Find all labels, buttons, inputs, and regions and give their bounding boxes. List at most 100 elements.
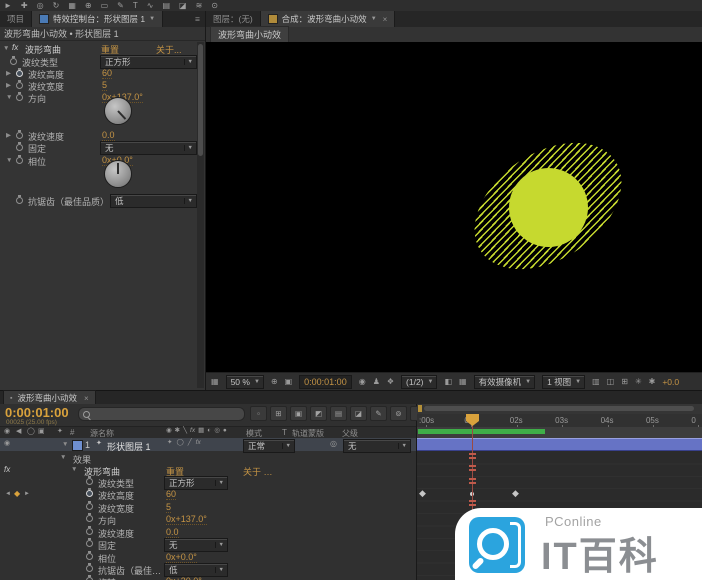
- flowchart-icon[interactable]: ✳: [635, 378, 642, 386]
- stopwatch-icon[interactable]: [16, 144, 23, 151]
- direction-value[interactable]: 0x+137.0°: [166, 514, 207, 525]
- stopwatch-icon[interactable]: [16, 70, 23, 77]
- audio-column-icon[interactable]: ◀: [16, 428, 21, 435]
- stopwatch-icon[interactable]: [16, 157, 23, 164]
- wave-speed-value[interactable]: 0.0: [166, 527, 179, 538]
- search-input[interactable]: [78, 407, 245, 421]
- twirl-open-icon[interactable]: ▼: [6, 158, 12, 165]
- tool-icon[interactable]: ∿: [147, 1, 154, 10]
- pixel-aspect-icon[interactable]: ▥: [592, 378, 600, 386]
- switch-column-icon[interactable]: ◉: [166, 428, 172, 435]
- rotation-value[interactable]: 0x+30.0°: [166, 576, 202, 580]
- stopwatch-icon[interactable]: [16, 132, 23, 139]
- show-snapshot-icon[interactable]: ♟: [373, 378, 380, 386]
- close-icon[interactable]: ×: [383, 15, 388, 24]
- wave-height-value[interactable]: 60: [166, 489, 176, 500]
- phase-dial[interactable]: [104, 160, 132, 188]
- stopwatch-icon[interactable]: [86, 565, 93, 572]
- twirl-open-icon[interactable]: ▼: [62, 442, 68, 449]
- fx-badge-icon[interactable]: fx: [4, 465, 10, 474]
- tool-icon[interactable]: ✎: [117, 1, 124, 10]
- stopwatch-icon-active[interactable]: [86, 490, 93, 497]
- tool-icon[interactable]: ▤: [162, 1, 170, 10]
- navigator-bar[interactable]: [424, 406, 694, 411]
- stopwatch-icon[interactable]: [16, 197, 23, 204]
- tab-layer[interactable]: 图层：(无): [206, 11, 260, 27]
- keyframe-add-icon[interactable]: ◆: [14, 489, 20, 498]
- twirl-closed-icon[interactable]: ▶: [6, 133, 11, 140]
- tool-icon[interactable]: ↻: [53, 1, 60, 10]
- layer-switch-icon[interactable]: ╱: [188, 440, 192, 447]
- layer-label-swatch[interactable]: [72, 440, 83, 451]
- twirl-closed-icon[interactable]: ▶: [6, 71, 11, 78]
- view-layout-dropdown[interactable]: 1 视图▼: [542, 375, 585, 389]
- current-timecode[interactable]: 0:00:01:00: [5, 405, 69, 420]
- camera-dropdown[interactable]: 有效摄像机▼: [474, 375, 535, 389]
- stopwatch-icon[interactable]: [86, 478, 93, 485]
- magnification-dropdown[interactable]: 50 %▼: [226, 375, 264, 389]
- navigator-handle[interactable]: [418, 405, 422, 412]
- twirl-open-icon[interactable]: ▼: [71, 467, 77, 474]
- eye-icon[interactable]: ◉: [4, 440, 10, 447]
- switch-column-icon[interactable]: ▦: [198, 428, 204, 435]
- twirl-open-icon[interactable]: ▼: [6, 95, 12, 102]
- switch-column-icon[interactable]: fx: [190, 428, 195, 435]
- twirl-open-icon[interactable]: ▼: [60, 455, 66, 462]
- tool-icon[interactable]: ⊕: [85, 1, 92, 10]
- channels-icon[interactable]: ❖: [387, 378, 394, 386]
- tool-icon[interactable]: ◎: [37, 1, 44, 10]
- twirl-closed-icon[interactable]: ▶: [6, 83, 11, 90]
- tool-icon[interactable]: ≋: [196, 1, 203, 10]
- timeline-toolbar-icon[interactable]: ⊞: [270, 406, 287, 421]
- timeline-toolbar-icon[interactable]: ⊚: [390, 406, 407, 421]
- parent-dropdown[interactable]: 无▼: [343, 439, 411, 453]
- switch-column-icon[interactable]: ●: [223, 428, 227, 435]
- scrollbar-thumb[interactable]: [198, 44, 203, 156]
- stopwatch-icon[interactable]: [86, 553, 93, 560]
- wave-type-dropdown[interactable]: 正方形▼: [164, 476, 228, 490]
- timeline-toolbar-icon[interactable]: ▫: [250, 406, 267, 421]
- viewer-timecode[interactable]: 0:00:01:00: [299, 375, 352, 389]
- antialias-dropdown[interactable]: 低▼: [110, 194, 197, 208]
- tool-icon[interactable]: ▦: [68, 1, 76, 10]
- reset-exposure-icon[interactable]: ✱: [649, 378, 656, 386]
- wave-speed-value[interactable]: 0.0: [102, 130, 115, 141]
- trkmat-t-header[interactable]: T: [282, 428, 287, 437]
- switch-column-icon[interactable]: ╲: [183, 428, 187, 435]
- stopwatch-icon[interactable]: [10, 58, 17, 65]
- timeline-button-icon[interactable]: ⊞: [621, 378, 628, 386]
- tab-effect-controls[interactable]: 特效控制台：形状图层 1 ▼: [31, 11, 163, 27]
- solo-column-icon[interactable]: ◯: [27, 428, 35, 435]
- tool-icon[interactable]: ✚: [21, 1, 28, 10]
- resolution-dropdown[interactable]: (1/2)▼: [401, 375, 437, 389]
- lock-column-icon[interactable]: ▣: [38, 428, 45, 435]
- about-button[interactable]: 关于 …: [243, 465, 273, 478]
- number-column-header[interactable]: #: [70, 428, 74, 437]
- tab-composition[interactable]: 合成：波形弯曲小动效 ▼ ×: [260, 11, 396, 27]
- layer-name[interactable]: 形状图层 1: [107, 440, 151, 453]
- tab-project[interactable]: 项目: [0, 11, 31, 27]
- blend-mode-dropdown[interactable]: 正常▼: [243, 439, 295, 453]
- layer-switch-icon[interactable]: ✦: [167, 440, 172, 447]
- stopwatch-icon[interactable]: [86, 540, 93, 547]
- region-of-interest-icon[interactable]: ◧: [444, 378, 452, 386]
- label-column-icon[interactable]: ✦: [57, 428, 63, 435]
- fast-preview-icon[interactable]: ◫: [607, 378, 615, 386]
- keyframe-diamond[interactable]: ◆: [512, 489, 519, 498]
- wave-type-dropdown[interactable]: 正方形▼: [100, 55, 197, 69]
- mask-visibility-icon[interactable]: ▣: [285, 378, 293, 386]
- pinning-dropdown[interactable]: 无▼: [164, 538, 228, 552]
- timeline-toolbar-icon[interactable]: ▣: [290, 406, 307, 421]
- wave-width-value[interactable]: 5: [102, 80, 107, 91]
- chevron-down-icon[interactable]: ▼: [149, 16, 155, 22]
- comp-breadcrumb-chip[interactable]: 波形弯曲小动效: [210, 26, 289, 43]
- tool-icon[interactable]: ◪: [179, 1, 187, 10]
- switch-column-icon[interactable]: ◐: [207, 428, 211, 435]
- stopwatch-icon[interactable]: [86, 503, 93, 510]
- timeline-toolbar-icon[interactable]: ◩: [310, 406, 327, 421]
- safe-zones-icon[interactable]: ⊕: [271, 378, 278, 386]
- timeline-toolbar-icon[interactable]: ✎: [370, 406, 387, 421]
- layer-duration-bar[interactable]: [417, 438, 702, 451]
- switch-column-icon[interactable]: ✱: [175, 428, 180, 435]
- close-icon[interactable]: ×: [84, 394, 89, 403]
